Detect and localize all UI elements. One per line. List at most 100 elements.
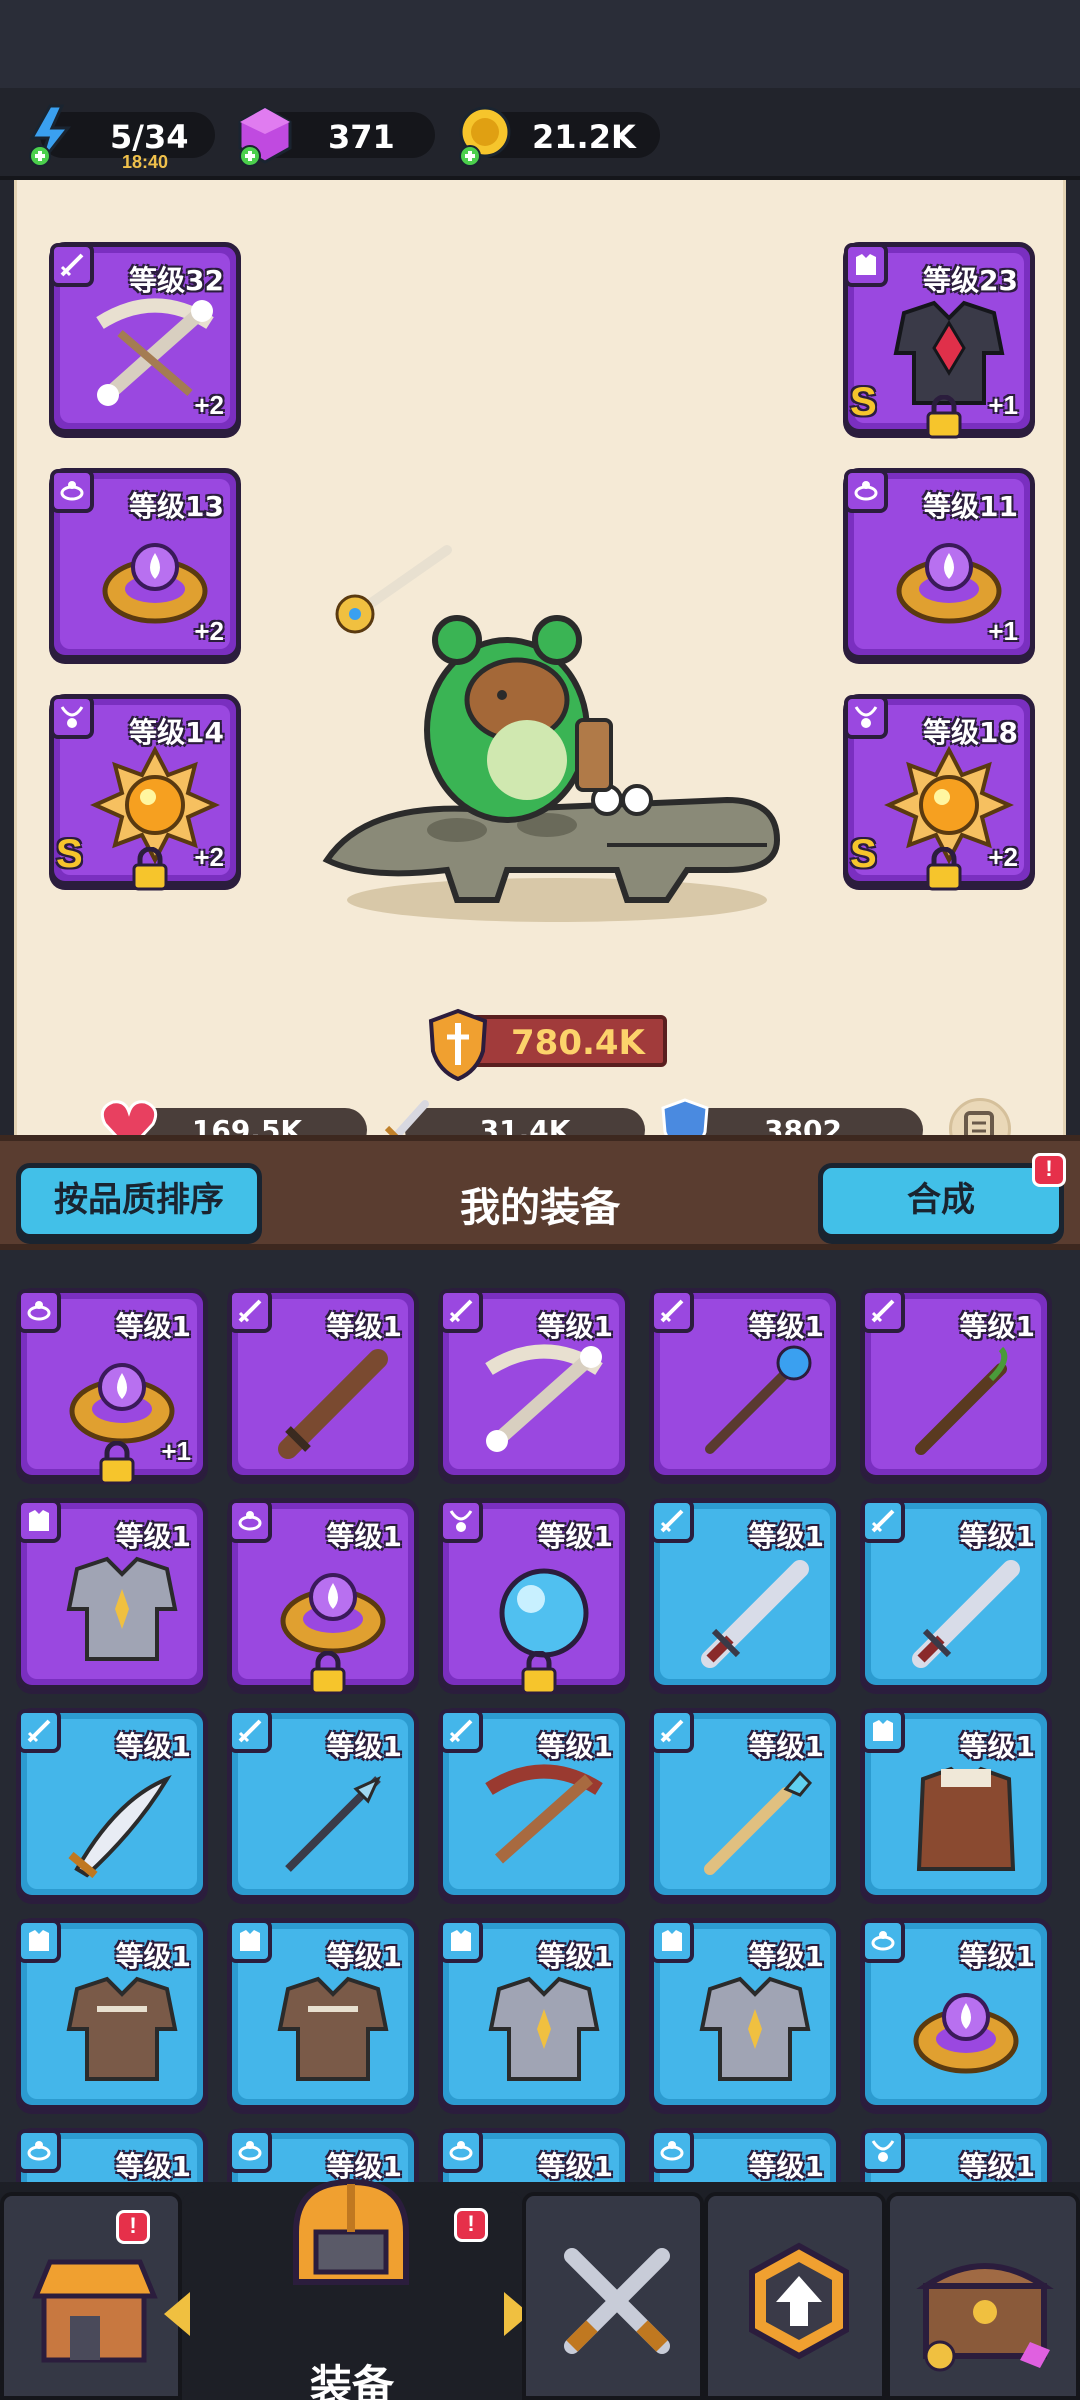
- equip-slot-necklace-2[interactable]: 等级18 +2 S: [843, 694, 1035, 891]
- energy-counter[interactable]: 5/34 18:40: [29, 104, 215, 172]
- inventory-item[interactable]: 等级1: [16, 1498, 208, 1690]
- nav-shop[interactable]: !: [0, 2192, 182, 2400]
- coin-counter[interactable]: 21.2K: [459, 106, 660, 167]
- combat-power: 780.4K: [428, 1008, 667, 1081]
- inventory-item[interactable]: 等级1: [860, 1288, 1052, 1480]
- fur-vest-icon: [916, 1766, 1016, 1871]
- wooden-sword-icon: [278, 1349, 388, 1459]
- merge-alert-badge: !: [1032, 1153, 1066, 1187]
- inventory-item[interactable]: 等级1: [438, 1708, 630, 1900]
- steel-sword-icon: [701, 1560, 809, 1668]
- gold-ring-icon: [913, 1993, 1019, 2074]
- leather-armor-icon: [277, 1976, 389, 2081]
- coin-value: 21.2K: [532, 118, 636, 156]
- armor-category-icon: [844, 243, 888, 287]
- item-level: 等级1: [748, 1520, 824, 1553]
- nav-battle[interactable]: [522, 2192, 704, 2400]
- inventory-item[interactable]: 等级1: [860, 1918, 1052, 2110]
- steel-armor-icon: [488, 1976, 600, 2081]
- ice-wand-icon: [704, 1770, 813, 1875]
- lock-icon: [99, 1441, 135, 1485]
- weapon-category-icon: [228, 1289, 272, 1333]
- weapon-category-icon: [861, 1499, 905, 1543]
- inventory-item[interactable]: 等级1: [227, 1708, 419, 1900]
- inventory-item[interactable]: 等级1: [16, 1708, 208, 1900]
- inventory-item[interactable]: 等级1: [649, 1498, 841, 1690]
- slot-level: 等级23: [923, 264, 1018, 297]
- armor-category-icon: [228, 1919, 272, 1963]
- equip-slot-armor[interactable]: 等级23 +1 S: [843, 242, 1035, 439]
- item-plus: +1: [161, 1436, 191, 1466]
- steel-armor-icon: [66, 1556, 178, 1661]
- bottom-navigation: ! 装备 !: [0, 2178, 1080, 2400]
- lock-icon: [926, 847, 962, 891]
- hero-panel: 等级32 +2 等级13 +2 等级14 +2 S 等级23 +1 S 等级11…: [14, 180, 1066, 1295]
- inventory-item[interactable]: 等级1: [227, 1498, 419, 1695]
- lock-icon: [310, 1651, 346, 1695]
- weapon-category-icon: [228, 1709, 272, 1753]
- equip-slot-ring-2[interactable]: 等级11 +1: [843, 468, 1035, 660]
- combat-power-value: 780.4K: [511, 1023, 645, 1063]
- armor-category-icon: [650, 1919, 694, 1963]
- inventory-item[interactable]: 等级1: [438, 1918, 630, 2110]
- inventory-item[interactable]: 等级1: [16, 2128, 208, 2182]
- inventory-item[interactable]: 等级1: [16, 1918, 208, 2110]
- inventory-item[interactable]: 等级1: [649, 1918, 841, 2110]
- inventory-item[interactable]: 等级1 +1: [16, 1288, 208, 1485]
- gem-counter[interactable]: 371: [238, 106, 435, 167]
- inventory-item[interactable]: 等级1: [227, 1918, 419, 2110]
- inventory-grid: 等级1 +1 等级1 等级1 等级1 等级1 等级1 等级1 等级1 等级1 等级1 等级1 等级1 等级…: [0, 1250, 1080, 2182]
- item-level: 等级1: [959, 2150, 1035, 2182]
- leather-armor-icon: [66, 1976, 178, 2081]
- slot-plus: +2: [988, 842, 1018, 872]
- item-level: 等级1: [748, 1310, 824, 1343]
- item-level: 等级1: [537, 1940, 613, 1973]
- inventory-item[interactable]: 等级1: [438, 1288, 630, 1480]
- inventory-item[interactable]: 等级1: [860, 2128, 1052, 2182]
- inventory-item[interactable]: 等级1: [649, 2128, 841, 2182]
- lock-icon: [521, 1651, 557, 1695]
- necklace-category-icon: [861, 2129, 905, 2173]
- ring-category-icon: [844, 469, 888, 513]
- alert-badge: !: [116, 2210, 150, 2244]
- inventory-item[interactable]: 等级1: [649, 1288, 841, 1480]
- item-level: 等级1: [537, 1730, 613, 1763]
- purple-gem-plus-icon: [238, 106, 292, 167]
- equip-slot-weapon[interactable]: 等级32 +2: [49, 242, 241, 434]
- status-strip: [0, 0, 1080, 88]
- merge-button[interactable]: 合成: [818, 1163, 1064, 1239]
- inventory-item[interactable]: 等级1: [860, 1498, 1052, 1690]
- item-level: 等级1: [326, 1730, 402, 1763]
- inventory-item[interactable]: 等级1: [649, 1708, 841, 1900]
- equip-slot-necklace[interactable]: 等级14 +2 S: [49, 694, 241, 891]
- weapon-category-icon: [50, 243, 94, 287]
- inventory-item[interactable]: 等级1: [227, 1288, 419, 1480]
- hero-character: [322, 545, 781, 922]
- nav-equipment[interactable]: 装备 !: [164, 2178, 530, 2400]
- merge-label: 合成: [907, 1181, 975, 1219]
- armor-category-icon: [17, 1919, 61, 1963]
- red-crossbow-icon: [485, 1764, 603, 1864]
- ring-category-icon: [17, 1289, 61, 1333]
- nav-upgrade[interactable]: [704, 2192, 886, 2400]
- item-level: 等级1: [115, 1310, 191, 1343]
- inventory-item[interactable]: 等级1: [438, 2128, 630, 2182]
- vine-staff-icon: [915, 1346, 1008, 1455]
- shop-icon: [32, 2259, 158, 2363]
- inventory-item[interactable]: 等级1: [438, 1498, 630, 1695]
- energy-value: 5/34: [110, 118, 189, 156]
- inventory-item[interactable]: 等级1: [860, 1708, 1052, 1900]
- nav-left-arrow-icon[interactable]: [164, 2292, 190, 2336]
- nav-chest[interactable]: [886, 2192, 1080, 2400]
- item-level: 等级1: [537, 1520, 613, 1553]
- weapon-category-icon: [861, 1289, 905, 1333]
- armor-category-icon: [439, 1919, 483, 1963]
- item-level: 等级1: [959, 1940, 1035, 1973]
- equip-slot-ring[interactable]: 等级13 +2: [49, 468, 241, 660]
- ring-category-icon: [439, 2129, 483, 2173]
- slot-level: 等级13: [129, 490, 224, 523]
- slot-plus: +2: [194, 616, 224, 646]
- slot-plus: +2: [194, 390, 224, 420]
- slot-level: 等级32: [129, 264, 224, 297]
- floating-sword-icon: [335, 545, 452, 634]
